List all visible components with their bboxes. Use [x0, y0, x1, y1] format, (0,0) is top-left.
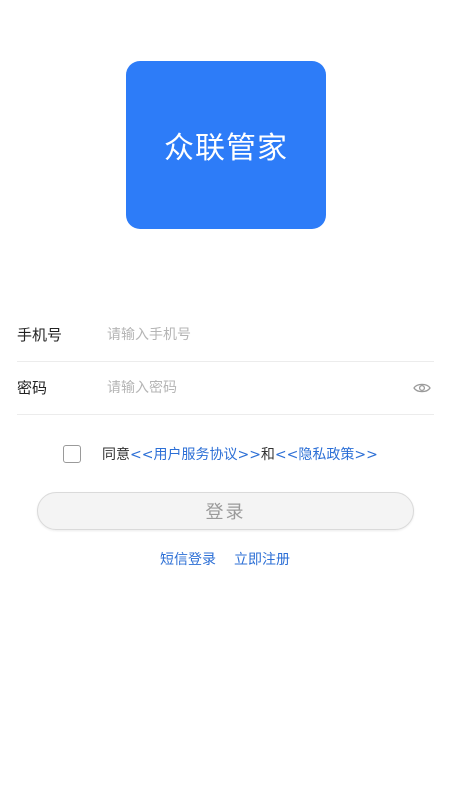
agreement-row: 同意 <<用户服务协议>> 和 <<隐私政策>> — [63, 444, 378, 464]
eye-icon[interactable] — [412, 381, 432, 395]
agreement-conjunction: 和 — [260, 447, 275, 463]
password-field-row: 密码 — [17, 361, 434, 415]
user-agreement-link[interactable]: <<用户服务协议>> — [130, 444, 261, 464]
privacy-policy-link[interactable]: <<隐私政策>> — [275, 444, 378, 464]
phone-field-row: 手机号 — [17, 308, 434, 362]
sms-login-link[interactable]: 短信登录 — [160, 549, 216, 569]
password-input[interactable] — [107, 379, 412, 396]
agreement-prefix: 同意 — [102, 447, 130, 463]
agreement-checkbox[interactable] — [63, 445, 81, 463]
bottom-links: 短信登录 立即注册 — [0, 549, 450, 569]
phone-label: 手机号 — [17, 326, 63, 344]
app-logo-text: 众联管家 — [164, 131, 288, 166]
phone-input[interactable] — [107, 326, 434, 343]
password-label: 密码 — [17, 379, 48, 397]
register-link[interactable]: 立即注册 — [234, 549, 290, 569]
login-button[interactable]: 登录 — [37, 492, 414, 530]
app-logo: 众联管家 — [126, 61, 326, 229]
